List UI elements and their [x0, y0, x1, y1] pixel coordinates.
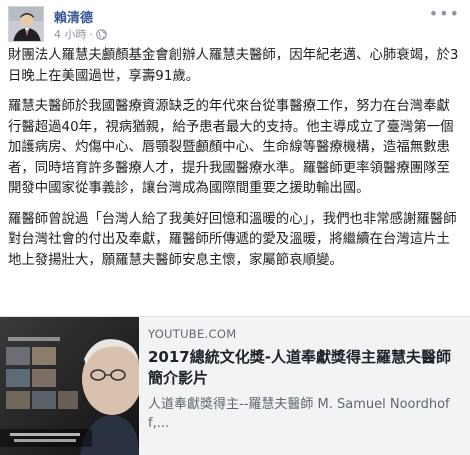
post-body: 財團法人羅慧夫顱顏基金會創辦人羅慧夫醫師，因年紀老邁、心肺衰竭，於3日晚上在美國…	[8, 46, 462, 281]
author-name[interactable]: 賴清德	[54, 7, 93, 26]
shared-link-card[interactable]: YOUTUBE.COM 2017總統文化獎-人道奉獻獎得主羅慧夫醫師簡介影片 人…	[0, 316, 470, 455]
post-header: 賴清德 4 小時 · •••	[8, 6, 462, 42]
more-options-icon[interactable]: •••	[429, 6, 460, 22]
link-description: 人道奉獻獎得主--羅慧夫醫師 M. Samuel Noordhoff,...	[148, 397, 450, 431]
post-paragraph-1: 財團法人羅慧夫顱顏基金會創辦人羅慧夫醫師，因年紀老邁、心肺衰竭，於3日晚上在美國…	[8, 48, 459, 84]
meta-separator: ·	[89, 27, 94, 41]
link-info[interactable]: YOUTUBE.COM 2017總統文化獎-人道奉獻獎得主羅慧夫醫師簡介影片 人…	[148, 327, 464, 433]
post-meta: 4 小時 ·	[54, 26, 107, 42]
author-avatar[interactable]	[8, 6, 44, 42]
post-paragraph-2: 羅慧夫醫師於我國醫療資源缺乏的年代來台從事醫療工作，努力在台灣奉獻行醫超過40年…	[8, 99, 454, 196]
post-timestamp[interactable]: 4 小時	[54, 26, 87, 42]
globe-icon[interactable]	[96, 28, 107, 40]
post-paragraph-3: 羅醫師曾說過「台灣人給了我美好回憶和溫暖的心」，我們也非常感謝羅醫師對台灣社會的…	[8, 211, 457, 268]
link-domain: YOUTUBE.COM	[148, 327, 237, 341]
link-title[interactable]: 2017總統文化獎-人道奉獻獎得主羅慧夫醫師簡介影片	[148, 347, 464, 389]
video-thumbnail[interactable]	[0, 317, 139, 455]
